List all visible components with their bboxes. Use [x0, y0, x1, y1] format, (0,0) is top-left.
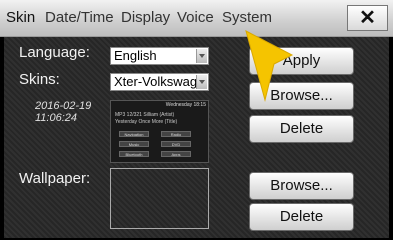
pointer-arrow-icon: [245, 30, 294, 102]
settings-window: Skin Date/Time Display Voice System ✕ La…: [0, 0, 393, 240]
